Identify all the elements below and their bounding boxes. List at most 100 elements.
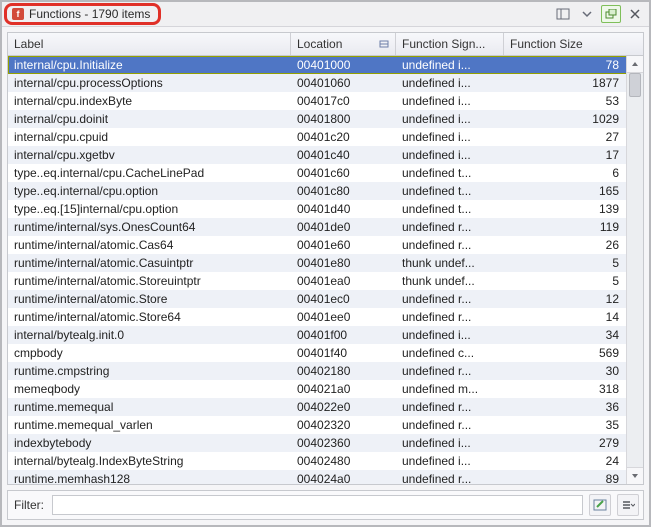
table-row[interactable]: runtime/internal/atomic.Casuintptr00401e… bbox=[8, 254, 627, 272]
cell-size: 5 bbox=[504, 254, 627, 272]
cell-label: type..eq.[15]internal/cpu.option bbox=[8, 200, 291, 218]
cell-location: 00401e80 bbox=[291, 254, 396, 272]
cell-location: 00401000 bbox=[291, 56, 396, 74]
close-button[interactable] bbox=[625, 5, 645, 23]
cell-signature: undefined i... bbox=[396, 92, 504, 110]
column-toggle-button[interactable] bbox=[553, 5, 573, 23]
table-row[interactable]: indexbytebody00402360undefined i...279 bbox=[8, 434, 627, 452]
filter-apply-button[interactable] bbox=[589, 494, 611, 516]
scroll-track[interactable] bbox=[627, 73, 643, 467]
header-signature[interactable]: Function Sign... bbox=[396, 33, 504, 55]
table-row[interactable]: cmpbody00401f40undefined c...569 bbox=[8, 344, 627, 362]
titlebar: f Functions - 1790 items bbox=[2, 2, 649, 27]
table-row[interactable]: memeqbody004021a0undefined m...318 bbox=[8, 380, 627, 398]
cell-location: 00401ec0 bbox=[291, 290, 396, 308]
cell-label: memeqbody bbox=[8, 380, 291, 398]
menu-button[interactable] bbox=[577, 5, 597, 23]
cell-size: 279 bbox=[504, 434, 627, 452]
cell-location: 00402480 bbox=[291, 452, 396, 470]
table-row[interactable]: internal/bytealg.init.000401f00undefined… bbox=[8, 326, 627, 344]
cell-label: runtime/internal/atomic.Cas64 bbox=[8, 236, 291, 254]
table-row[interactable]: runtime/internal/atomic.Cas6400401e60und… bbox=[8, 236, 627, 254]
scroll-thumb[interactable] bbox=[629, 73, 641, 97]
cell-signature: undefined c... bbox=[396, 344, 504, 362]
table-row[interactable]: runtime/internal/atomic.Store6400401ee0u… bbox=[8, 308, 627, 326]
table-row[interactable]: internal/cpu.processOptions00401060undef… bbox=[8, 74, 627, 92]
cell-location: 00401c80 bbox=[291, 182, 396, 200]
cell-signature: undefined i... bbox=[396, 128, 504, 146]
scroll-up-button[interactable] bbox=[627, 56, 643, 73]
cell-size: 36 bbox=[504, 398, 627, 416]
vertical-scrollbar[interactable] bbox=[626, 56, 643, 484]
cell-label: internal/cpu.indexByte bbox=[8, 92, 291, 110]
table-row[interactable]: runtime.memequal004022e0undefined r...36 bbox=[8, 398, 627, 416]
cell-size: 12 bbox=[504, 290, 627, 308]
cell-size: 139 bbox=[504, 200, 627, 218]
table-row[interactable]: type..eq.internal/cpu.option00401c80unde… bbox=[8, 182, 627, 200]
cell-signature: undefined r... bbox=[396, 308, 504, 326]
table-rows[interactable]: internal/cpu.Initialize00401000undefined… bbox=[8, 56, 627, 484]
table-row[interactable]: runtime.memhash128004024a0undefined r...… bbox=[8, 470, 627, 484]
cell-label: internal/cpu.xgetbv bbox=[8, 146, 291, 164]
table-row[interactable]: runtime/internal/sys.OnesCount6400401de0… bbox=[8, 218, 627, 236]
cell-location: 00401c40 bbox=[291, 146, 396, 164]
cell-signature: undefined t... bbox=[396, 200, 504, 218]
table-header: Label Location Function Sign... Function… bbox=[8, 33, 643, 56]
cell-size: 569 bbox=[504, 344, 627, 362]
cell-location: 00401f00 bbox=[291, 326, 396, 344]
cell-label: type..eq.internal/cpu.CacheLinePad bbox=[8, 164, 291, 182]
detach-button[interactable] bbox=[601, 5, 621, 23]
cell-signature: undefined r... bbox=[396, 470, 504, 484]
filter-input[interactable] bbox=[52, 495, 583, 515]
table-row[interactable]: runtime/internal/atomic.Store00401ec0und… bbox=[8, 290, 627, 308]
cell-location: 00401e60 bbox=[291, 236, 396, 254]
table-row[interactable]: internal/cpu.doinit00401800undefined i..… bbox=[8, 110, 627, 128]
header-label[interactable]: Label bbox=[8, 33, 291, 55]
cell-size: 35 bbox=[504, 416, 627, 434]
title-box: f Functions - 1790 items bbox=[4, 3, 161, 25]
cell-signature: undefined m... bbox=[396, 380, 504, 398]
cell-signature: undefined r... bbox=[396, 362, 504, 380]
header-location[interactable]: Location bbox=[291, 33, 396, 55]
table-row[interactable]: internal/cpu.Initialize00401000undefined… bbox=[8, 56, 627, 74]
cell-size: 1029 bbox=[504, 110, 627, 128]
table-row[interactable]: runtime.cmpstring00402180undefined r...3… bbox=[8, 362, 627, 380]
table-row[interactable]: runtime.memequal_varlen00402320undefined… bbox=[8, 416, 627, 434]
cell-label: internal/cpu.Initialize bbox=[8, 56, 291, 74]
cell-signature: undefined i... bbox=[396, 56, 504, 74]
cell-label: internal/cpu.cpuid bbox=[8, 128, 291, 146]
cell-location: 004017c0 bbox=[291, 92, 396, 110]
cell-label: internal/cpu.doinit bbox=[8, 110, 291, 128]
cell-label: runtime/internal/atomic.Store bbox=[8, 290, 291, 308]
cell-size: 30 bbox=[504, 362, 627, 380]
table-row[interactable]: internal/cpu.indexByte004017c0undefined … bbox=[8, 92, 627, 110]
cell-location: 004021a0 bbox=[291, 380, 396, 398]
cell-label: runtime.memhash128 bbox=[8, 470, 291, 484]
filter-label: Filter: bbox=[12, 498, 46, 512]
cell-label: runtime.memequal_varlen bbox=[8, 416, 291, 434]
table-row[interactable]: type..eq.internal/cpu.CacheLinePad00401c… bbox=[8, 164, 627, 182]
sort-ascending-icon bbox=[379, 39, 389, 49]
filter-options-button[interactable] bbox=[617, 494, 639, 516]
titlebar-actions bbox=[553, 5, 645, 23]
cell-size: 5 bbox=[504, 272, 627, 290]
scroll-down-button[interactable] bbox=[627, 467, 643, 484]
table-row[interactable]: type..eq.[15]internal/cpu.option00401d40… bbox=[8, 200, 627, 218]
cell-location: 00401c60 bbox=[291, 164, 396, 182]
cell-label: runtime.memequal bbox=[8, 398, 291, 416]
table-row[interactable]: runtime/internal/atomic.Storeuintptr0040… bbox=[8, 272, 627, 290]
table-row[interactable]: internal/cpu.cpuid00401c20undefined i...… bbox=[8, 128, 627, 146]
cell-label: cmpbody bbox=[8, 344, 291, 362]
cell-size: 27 bbox=[504, 128, 627, 146]
cell-location: 00401ee0 bbox=[291, 308, 396, 326]
header-size[interactable]: Function Size bbox=[504, 33, 643, 55]
cell-size: 53 bbox=[504, 92, 627, 110]
table-row[interactable]: internal/bytealg.IndexByteString00402480… bbox=[8, 452, 627, 470]
cell-size: 14 bbox=[504, 308, 627, 326]
cell-size: 165 bbox=[504, 182, 627, 200]
cell-size: 78 bbox=[504, 56, 627, 74]
cell-label: runtime.cmpstring bbox=[8, 362, 291, 380]
cell-label: type..eq.internal/cpu.option bbox=[8, 182, 291, 200]
table-row[interactable]: internal/cpu.xgetbv00401c40undefined i..… bbox=[8, 146, 627, 164]
cell-size: 1877 bbox=[504, 74, 627, 92]
